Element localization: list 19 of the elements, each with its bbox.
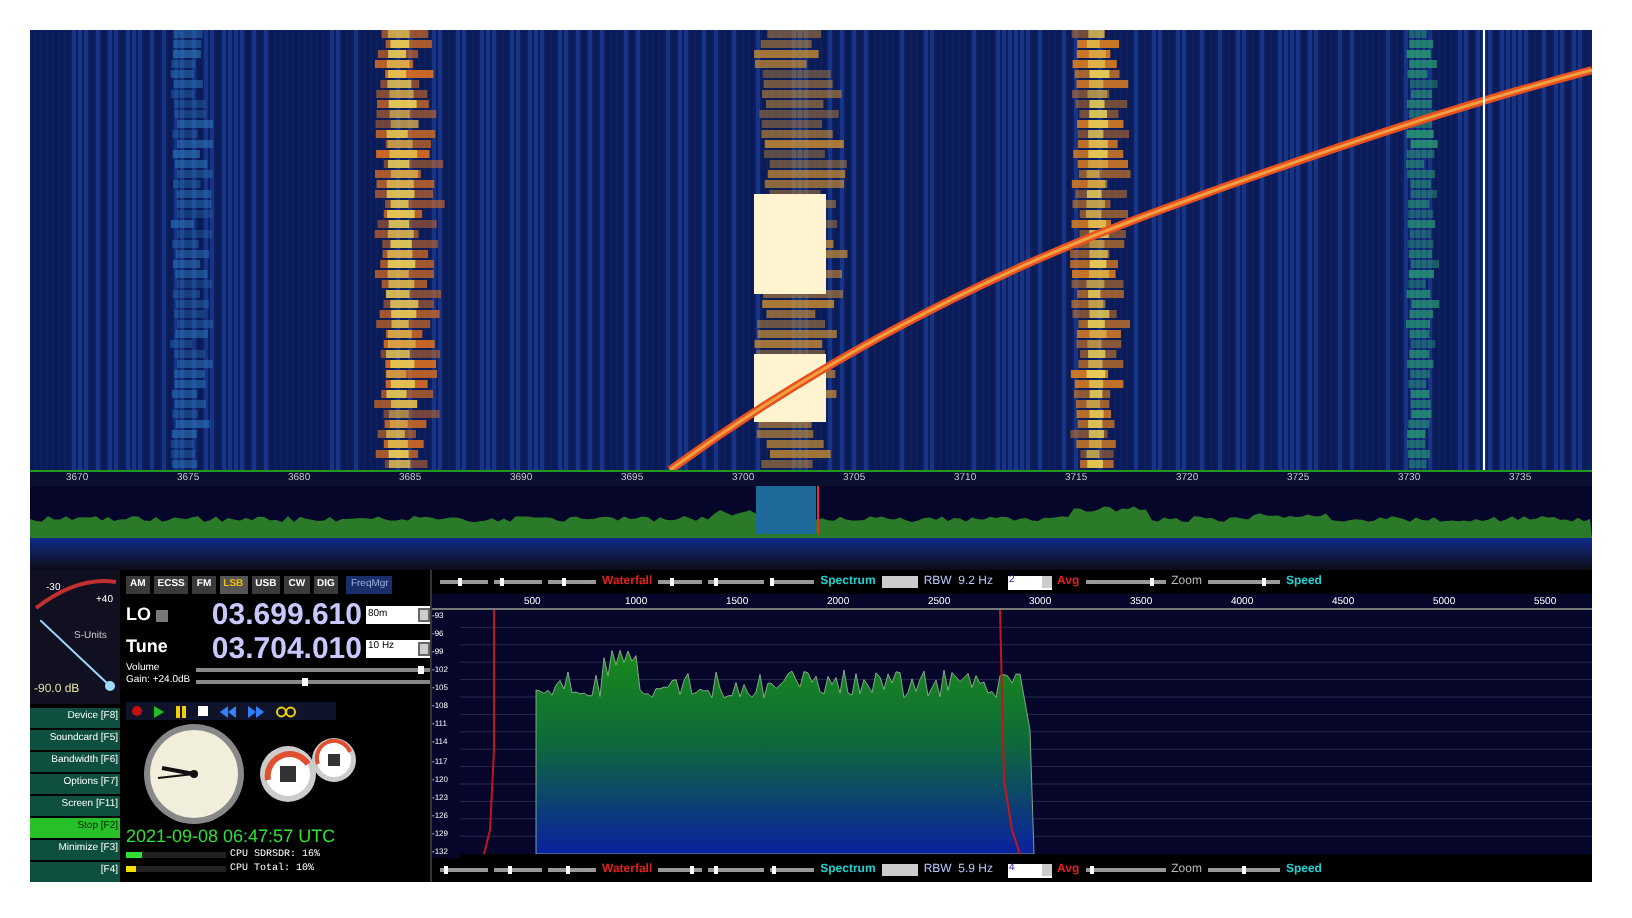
cpu-meter bbox=[126, 852, 226, 858]
meter-scale-arc-icon bbox=[34, 576, 118, 610]
record-icon[interactable] bbox=[132, 706, 142, 716]
pause-icon[interactable] bbox=[176, 705, 186, 717]
gauge-icon bbox=[258, 744, 318, 804]
tune-frequency[interactable]: 03.704.010 bbox=[211, 633, 362, 663]
lo-label: LO bbox=[126, 601, 151, 628]
spinner-control[interactable] bbox=[881, 576, 918, 588]
date-time: 2021-09-08 06:47:57 UTC bbox=[126, 828, 338, 846]
loop-icon[interactable] bbox=[276, 705, 296, 717]
play-icon[interactable] bbox=[154, 705, 164, 717]
analog-clock-icon bbox=[142, 722, 246, 826]
rewind-icon[interactable] bbox=[220, 705, 236, 717]
tune-label: Tune bbox=[126, 634, 168, 661]
lo-frequency[interactable]: 03.699.610 bbox=[211, 600, 362, 630]
gauge-icon bbox=[310, 736, 358, 784]
spinner-control[interactable] bbox=[881, 864, 918, 876]
cpu-meter bbox=[126, 866, 226, 872]
fast-forward-icon[interactable] bbox=[248, 705, 264, 717]
